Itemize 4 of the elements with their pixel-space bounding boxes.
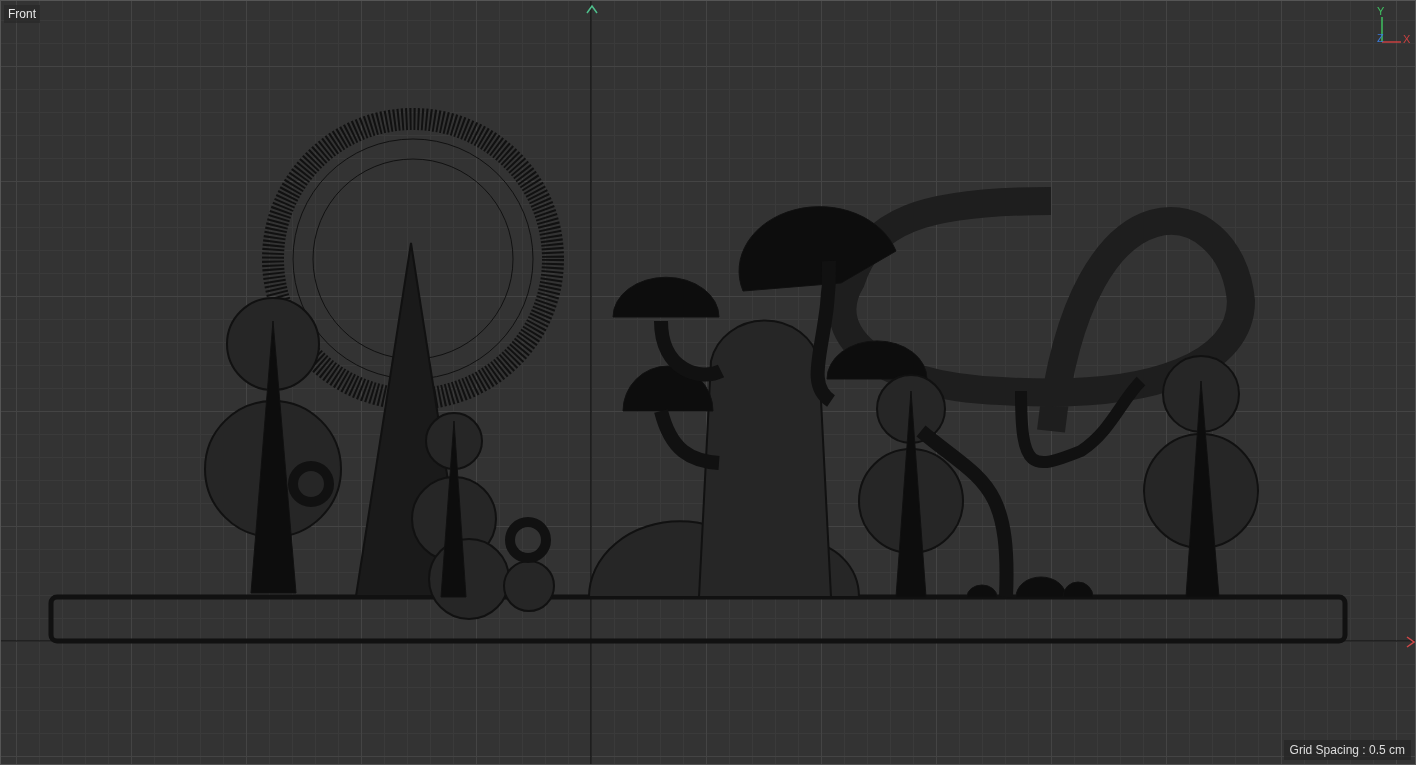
grid-spacing-label: Grid Spacing : 0.5 cm bbox=[1283, 740, 1411, 760]
axis-label: Y bbox=[1377, 5, 1385, 17]
viewport-title: Front bbox=[4, 5, 40, 23]
axis-label: X bbox=[1403, 33, 1411, 45]
